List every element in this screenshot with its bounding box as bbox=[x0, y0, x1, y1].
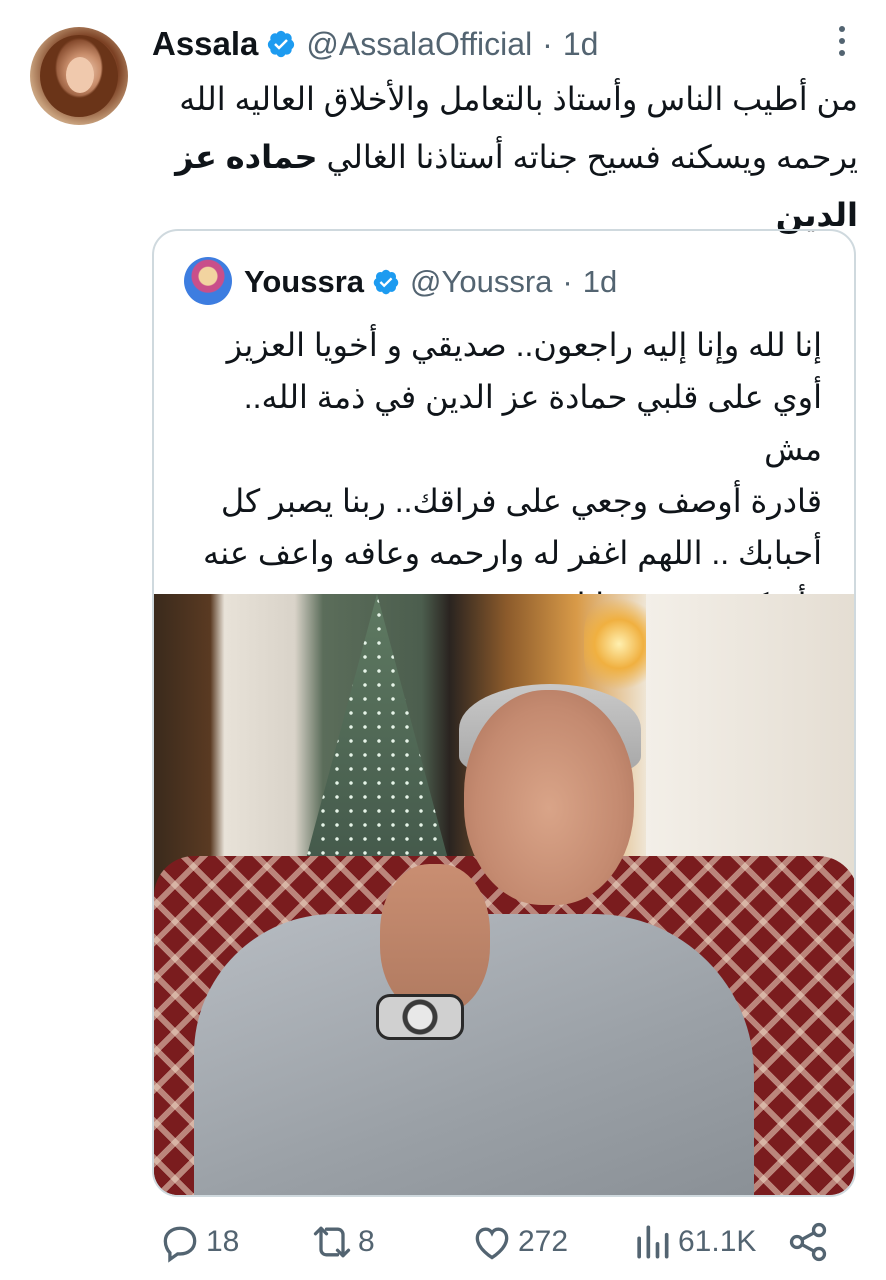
tweet-text-line-3-bold[interactable]: الدين bbox=[776, 197, 858, 233]
quoted-text-line: أحبابك .. اللهم اغفر له وارحمه وعافه واع… bbox=[203, 535, 822, 571]
quoted-tweet-text: إنا لله وإنا إليه راجعون.. صديقي و أخويا… bbox=[182, 319, 822, 631]
quoted-tweet-photo[interactable] bbox=[154, 594, 854, 1195]
quoted-author-avatar bbox=[184, 257, 232, 305]
quoted-text-line: أوي على قلبي حمادة عز الدين في ذمة الله.… bbox=[243, 379, 822, 467]
views-count: 61.1K bbox=[678, 1225, 757, 1258]
author-name[interactable]: Assala bbox=[152, 25, 258, 63]
tweet-text-line-1: من أطيب الناس وأستاذ بالتعامل والأخلاق ا… bbox=[179, 81, 858, 117]
like-count: 272 bbox=[518, 1225, 569, 1258]
more-options-icon[interactable] bbox=[836, 26, 848, 62]
share-button[interactable] bbox=[786, 1218, 830, 1266]
photo-chandelier bbox=[584, 594, 654, 694]
retweet-button[interactable]: 8 bbox=[310, 1218, 375, 1266]
reply-button[interactable]: 18 bbox=[158, 1218, 239, 1266]
quoted-text-line: إنا لله وإنا إليه راجعون.. صديقي و أخويا… bbox=[226, 327, 822, 363]
quoted-tweet-time: 1d bbox=[582, 264, 618, 299]
author-handle[interactable]: @AssalaOfficial bbox=[306, 26, 532, 63]
photo-man-face bbox=[464, 690, 634, 905]
retweet-count: 8 bbox=[358, 1225, 375, 1258]
photo-wristwatch bbox=[376, 994, 464, 1040]
tweet-text-line-2-bold[interactable]: حماده عز bbox=[175, 139, 318, 175]
tweet-time[interactable]: 1d bbox=[563, 26, 599, 63]
quoted-text-line: قادرة أوصف وجعي على فراقك.. ربنا يصبر كل bbox=[220, 483, 822, 519]
photo-christmas-tree bbox=[302, 594, 452, 874]
tweet-text: من أطيب الناس وأستاذ بالتعامل والأخلاق ا… bbox=[148, 70, 858, 244]
share-icon bbox=[789, 1222, 827, 1262]
retweet-icon bbox=[313, 1226, 351, 1258]
reply-count: 18 bbox=[206, 1225, 240, 1258]
tweet-header: Assala @AssalaOfficial · 1d bbox=[152, 22, 598, 66]
like-button[interactable]: 272 bbox=[470, 1218, 568, 1266]
quoted-author-handle: @Youssra bbox=[410, 264, 553, 299]
tweet-actions: 18 8 272 61.1K bbox=[0, 1218, 886, 1266]
quoted-tweet[interactable]: Youssra @Youssra · 1d إنا لله وإنا إليه … bbox=[152, 229, 856, 1197]
views-bar-chart-icon bbox=[637, 1225, 669, 1259]
author-avatar[interactable] bbox=[30, 27, 128, 125]
verified-badge-icon bbox=[268, 30, 295, 58]
heart-icon bbox=[475, 1227, 509, 1260]
views-button[interactable]: 61.1K bbox=[630, 1218, 756, 1266]
reply-icon bbox=[163, 1226, 197, 1263]
tweet-text-line-2-plain: يرحمه ويسكنه فسيح جناته أستاذنا الغالي bbox=[317, 139, 858, 175]
quoted-tweet-header: Youssra @Youssra · 1d bbox=[244, 259, 617, 305]
quoted-author-name: Youssra bbox=[244, 264, 365, 299]
header-separator: · bbox=[542, 25, 553, 62]
tweet-text-line-2: يرحمه ويسكنه فسيح جناته أستاذنا الغالي ح… bbox=[148, 128, 858, 186]
quoted-verified-badge-icon bbox=[373, 269, 399, 295]
photo-man-hand bbox=[380, 864, 490, 1014]
avatar-face bbox=[66, 57, 94, 93]
quoted-header-separator: · bbox=[562, 264, 573, 299]
